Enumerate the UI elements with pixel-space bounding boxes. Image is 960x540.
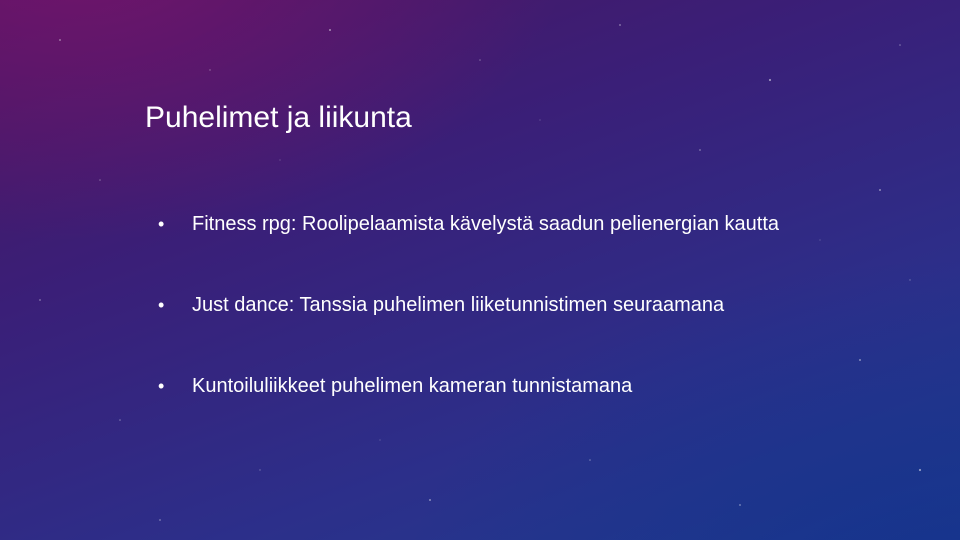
bullet-text: Just dance: Tanssia puhelimen liiketunni… [192, 294, 725, 316]
bullet-list: • Fitness rpg: Roolipelaamista kävelystä… [158, 206, 779, 449]
bullet-point-icon: • [158, 214, 165, 234]
bullet-text: Kuntoiluliikkeet puhelimen kameran tunni… [192, 375, 633, 397]
bullet-item: • Kuntoiluliikkeet puhelimen kameran tun… [158, 368, 779, 449]
slide-title: Puhelimet ja liikunta [145, 101, 412, 134]
slide: Puhelimet ja liikunta • Fitness rpg: Roo… [0, 0, 960, 540]
bullet-text: Fitness rpg: Roolipelaamista kävelystä s… [192, 213, 780, 235]
bullet-item: • Just dance: Tanssia puhelimen liiketun… [158, 287, 779, 368]
bullet-point-icon: • [158, 376, 165, 396]
bullet-item: • Fitness rpg: Roolipelaamista kävelystä… [158, 206, 779, 287]
bullet-point-icon: • [158, 295, 165, 315]
